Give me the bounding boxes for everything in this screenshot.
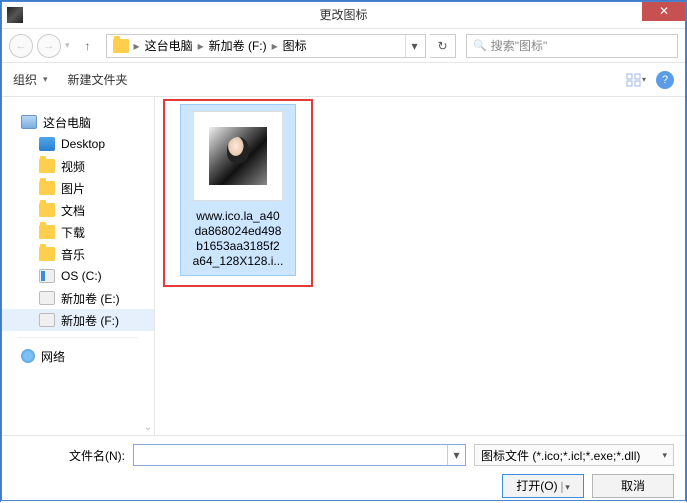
organize-menu[interactable]: 组织 (13, 71, 37, 88)
tree-label: 图片 (61, 180, 85, 197)
help-button[interactable]: ? (656, 71, 674, 89)
desktop-icon (39, 137, 55, 151)
title-bar: 更改图标 ✕ (1, 1, 686, 29)
filter-text: 图标文件 (*.ico;*.icl;*.exe;*.dll) (481, 447, 640, 464)
tree-label: 下载 (61, 224, 85, 241)
tree-label: 音乐 (61, 246, 85, 263)
breadcrumb-sep: ▸ (133, 39, 141, 53)
folder-icon (39, 181, 55, 195)
back-button[interactable]: ← (9, 34, 33, 58)
history-dropdown[interactable]: ▾ (65, 40, 70, 51)
cancel-button[interactable]: 取消 (592, 474, 674, 498)
tree-desktop[interactable]: Desktop (1, 133, 154, 155)
filename-label: 文件名(N): (13, 447, 125, 464)
drive-icon (39, 313, 55, 327)
address-row: ← → ▾ ↑ ▸ 这台电脑 ▸ 新加卷 (F:) ▸ 图标 ▾ ↻ 搜索"图标… (1, 29, 686, 63)
folder-icon (39, 203, 55, 217)
tree-downloads[interactable]: 下载 (1, 221, 154, 243)
tree-network[interactable]: 网络 (1, 345, 154, 367)
folder-icon (39, 225, 55, 239)
tree-music[interactable]: 音乐 (1, 243, 154, 265)
filename-dropdown-icon[interactable]: ▾ (447, 445, 465, 465)
breadcrumb-drive[interactable]: 新加卷 (F:) (205, 37, 271, 54)
tree-label: 文档 (61, 202, 85, 219)
organize-dropdown-icon: ▾ (43, 74, 48, 85)
app-icon (7, 7, 23, 23)
nav-tree[interactable]: 这台电脑 Desktop 视频 图片 文档 下载 音乐 OS (C:) 新加卷 … (1, 97, 155, 435)
file-item[interactable]: www.ico.la_a40 da868024ed498 b1653aa3185… (181, 105, 295, 275)
up-button[interactable]: ↑ (78, 36, 98, 56)
window-title: 更改图标 (319, 6, 367, 23)
open-button[interactable]: 打开(O)│▾ (502, 474, 584, 498)
breadcrumb-folder[interactable]: 图标 (279, 37, 311, 54)
chevron-down-icon: ▾ (662, 450, 667, 461)
breadcrumb-sep: ▸ (271, 39, 279, 53)
network-icon (21, 349, 35, 363)
tree-os-c[interactable]: OS (C:) (1, 265, 154, 287)
tree-vol-f[interactable]: 新加卷 (F:) (1, 309, 154, 331)
search-placeholder: 搜索"图标" (491, 37, 548, 54)
tree-label: Desktop (61, 137, 105, 151)
open-split-icon: │▾ (560, 482, 570, 492)
pc-icon (21, 115, 37, 129)
tree-label: 新加卷 (F:) (61, 312, 119, 329)
close-button[interactable]: ✕ (642, 1, 686, 21)
tree-label: 这台电脑 (43, 114, 91, 131)
tree-this-pc[interactable]: 这台电脑 (1, 111, 154, 133)
folder-icon (113, 39, 129, 53)
folder-icon (39, 247, 55, 261)
drive-icon (39, 269, 55, 283)
tree-label: 视频 (61, 158, 85, 175)
file-name: www.ico.la_a40 da868024ed498 b1653aa3185… (181, 205, 295, 275)
body-area: 这台电脑 Desktop 视频 图片 文档 下载 音乐 OS (C:) 新加卷 … (1, 97, 686, 435)
tree-label: OS (C:) (61, 269, 102, 283)
tree-divider (17, 337, 138, 345)
tree-vol-e[interactable]: 新加卷 (E:) (1, 287, 154, 309)
new-folder-button[interactable]: 新建文件夹 (68, 71, 128, 88)
file-type-filter[interactable]: 图标文件 (*.ico;*.icl;*.exe;*.dll) ▾ (474, 444, 674, 466)
tree-documents[interactable]: 文档 (1, 199, 154, 221)
view-mode-button[interactable]: ▾ (622, 69, 650, 91)
tree-label: 新加卷 (E:) (61, 290, 120, 307)
address-dropdown[interactable]: ▾ (405, 35, 423, 57)
footer: 文件名(N): ▾ 图标文件 (*.ico;*.icl;*.exe;*.dll)… (1, 435, 686, 503)
toolbar: 组织 ▾ 新建文件夹 ▾ ? (1, 63, 686, 97)
refresh-button[interactable]: ↻ (430, 34, 456, 58)
file-list[interactable]: www.ico.la_a40 da868024ed498 b1653aa3185… (155, 97, 686, 435)
nav-scroll-hint: ⌄ (144, 422, 152, 433)
filename-input[interactable]: ▾ (133, 444, 466, 466)
address-bar[interactable]: ▸ 这台电脑 ▸ 新加卷 (F:) ▸ 图标 ▾ (106, 34, 426, 58)
breadcrumb-sep: ▸ (197, 39, 205, 53)
search-input[interactable]: 搜索"图标" (466, 34, 678, 58)
drive-icon (39, 291, 55, 305)
tree-pictures[interactable]: 图片 (1, 177, 154, 199)
tree-video[interactable]: 视频 (1, 155, 154, 177)
forward-button[interactable]: → (37, 34, 61, 58)
file-thumbnail (193, 111, 283, 201)
folder-icon (39, 159, 55, 173)
breadcrumb-pc[interactable]: 这台电脑 (141, 37, 197, 54)
tree-label: 网络 (41, 348, 65, 365)
